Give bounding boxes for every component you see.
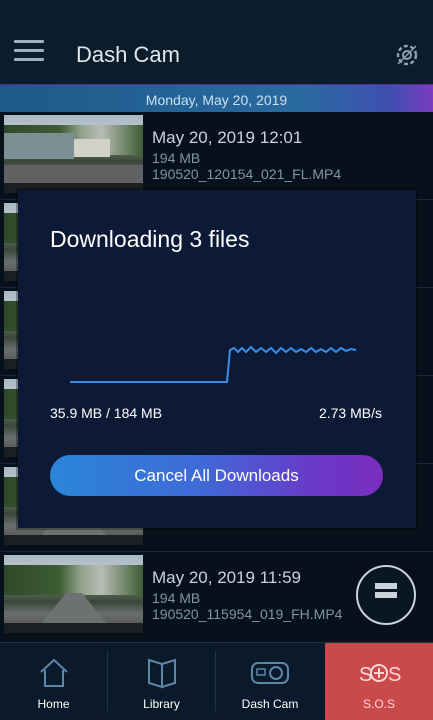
date-header: Monday, May 20, 2019 — [0, 84, 433, 112]
bottom-navigation: Home Library Dash Cam S S S.O.S — [0, 642, 433, 720]
nav-library[interactable]: Library — [108, 643, 215, 720]
gear-icon — [396, 44, 418, 66]
page-title: Dash Cam — [76, 42, 180, 67]
sos-icon: S S — [359, 664, 401, 686]
video-thumbnail — [4, 555, 143, 633]
video-thumbnail — [4, 115, 143, 193]
video-size: 194 MB — [152, 590, 201, 606]
nav-label: S.O.S — [362, 697, 395, 711]
nav-home[interactable]: Home — [0, 643, 107, 720]
camera-icon — [251, 662, 289, 684]
download-progress: 35.9 MB / 184 MB — [50, 405, 163, 421]
app-header: Dash Cam — [0, 0, 433, 84]
dialog-title: Downloading 3 files — [50, 226, 250, 252]
menu-button[interactable] — [14, 40, 44, 66]
settings-button[interactable] — [392, 40, 422, 70]
svg-text:S: S — [388, 664, 401, 686]
nav-sos[interactable]: S S S.O.S — [325, 643, 433, 720]
video-title: May 20, 2019 11:59 — [152, 568, 302, 587]
home-icon — [39, 658, 68, 687]
menu-icon — [14, 40, 44, 43]
nav-label: Home — [37, 697, 70, 711]
nav-label: Library — [143, 697, 180, 711]
cancel-all-downloads-button[interactable]: Cancel All Downloads — [50, 455, 383, 496]
nav-label: Dash Cam — [241, 697, 299, 711]
list-item[interactable]: May 20, 2019 12:01 194 MB 190520_120154_… — [0, 112, 433, 200]
speed-line — [70, 345, 357, 383]
video-filename: 190520_120154_021_FL.MP4 — [152, 166, 342, 182]
video-size: 194 MB — [152, 150, 201, 166]
nav-dash-cam[interactable]: Dash Cam — [216, 643, 324, 720]
storage-icon — [375, 583, 397, 607]
date-label: Monday, May 20, 2019 — [145, 92, 288, 108]
download-speed: 2.73 MB/s — [318, 405, 382, 421]
download-dialog: Downloading 3 files 35.9 MB / 184 MB 2.7… — [18, 190, 416, 528]
video-filename: 190520_115954_019_FH.MP4 — [152, 606, 343, 622]
book-icon — [147, 658, 176, 689]
download-speed-graph — [70, 345, 357, 383]
storage-fab-button[interactable] — [356, 565, 416, 625]
video-title: May 20, 2019 12:01 — [152, 128, 303, 147]
